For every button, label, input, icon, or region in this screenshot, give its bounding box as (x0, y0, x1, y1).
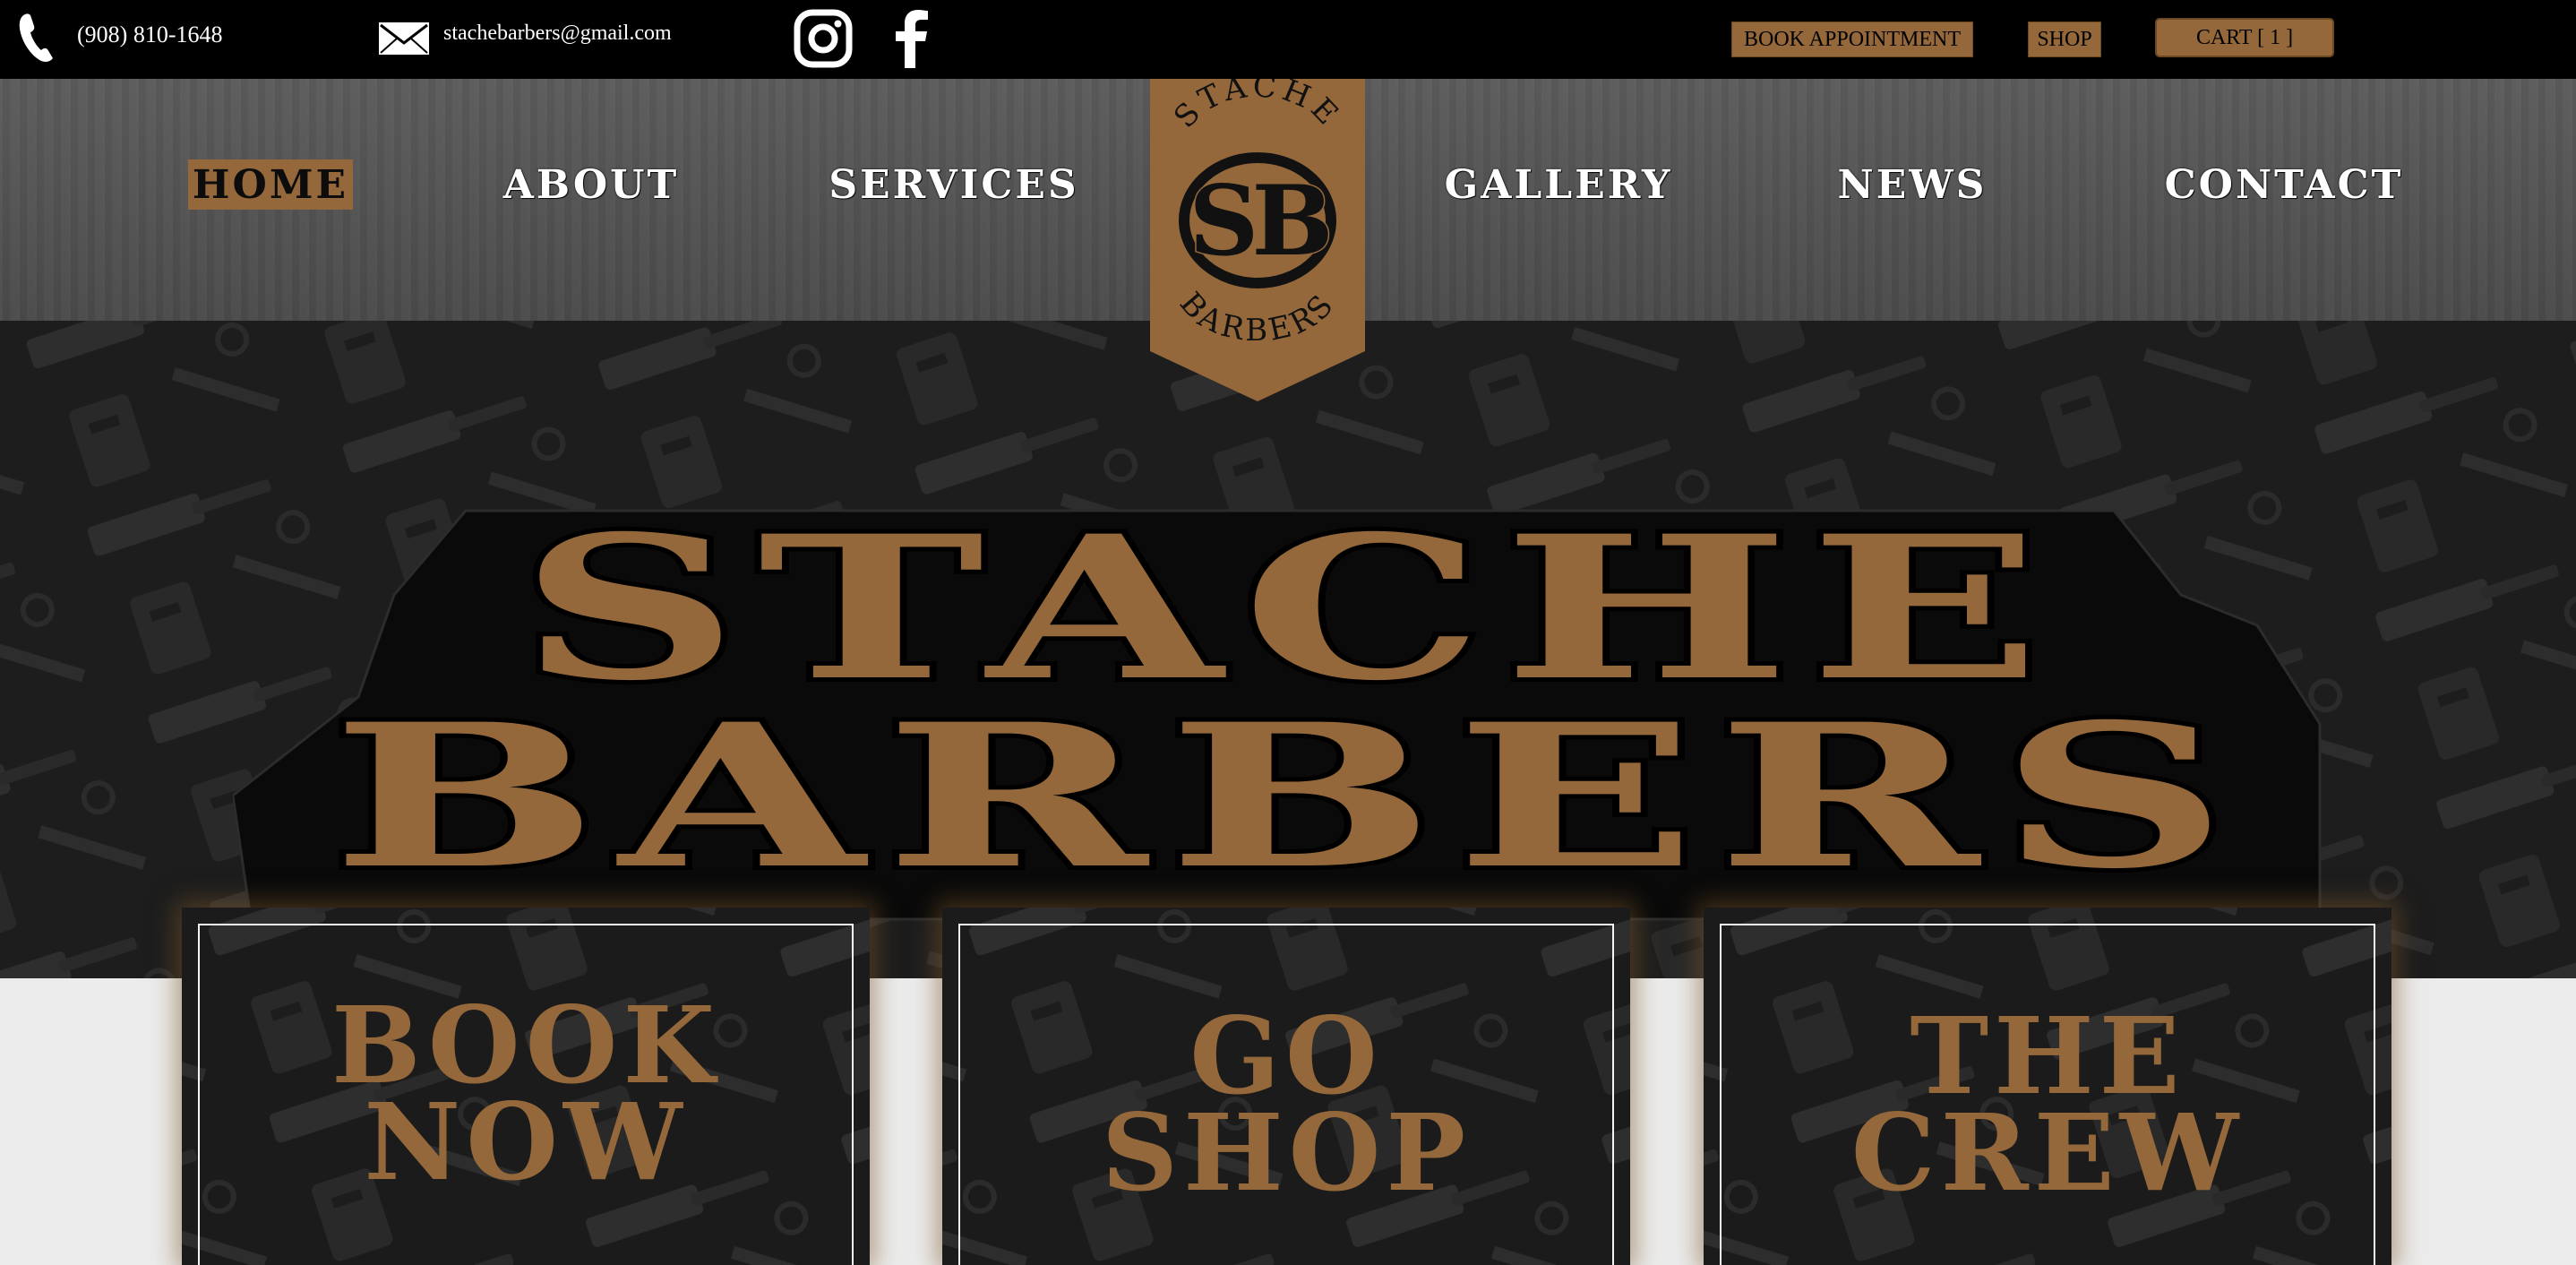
card-line: SHOP (1101, 1090, 1472, 1215)
card-title: THE CREW (1704, 1003, 2391, 1215)
card-line: NOW (364, 1080, 688, 1204)
phone-icon (18, 13, 56, 63)
card-title: GO SHOP (942, 1003, 1630, 1215)
nav-item-services[interactable]: SERVICES (829, 159, 1076, 210)
logo-badge[interactable]: STACHE SB BARBERS (1150, 79, 1365, 401)
nav-item-about[interactable]: ABOUT (502, 159, 681, 210)
email-link[interactable]: stachebarbers@gmail.com (443, 22, 672, 46)
phone-number-link[interactable]: (908) 810-1648 (77, 22, 222, 48)
facebook-icon[interactable] (892, 9, 932, 68)
card-line: CREW (1850, 1090, 2245, 1215)
book-appointment-button[interactable]: BOOK APPOINTMENT (1731, 22, 1973, 57)
cart-button[interactable]: CART [ 1 ] (2155, 18, 2334, 57)
hero-wordmark: STACHE BARBERS (233, 509, 2322, 921)
top-contact-bar: (908) 810-1648 stachebarbers@gmail.com B… (0, 0, 2576, 79)
nav-item-contact[interactable]: CONTACT (2150, 159, 2418, 210)
instagram-icon[interactable] (794, 9, 853, 68)
book-now-card[interactable]: BOOK NOW (182, 908, 870, 1265)
nav-item-gallery[interactable]: GALLERY (1433, 159, 1684, 210)
card-title: BOOK NOW (182, 993, 870, 1204)
logo-monogram: SB (1189, 165, 1328, 278)
nav-item-home[interactable]: HOME (188, 159, 353, 210)
hero-banner: STACHE BARBERS (0, 321, 2576, 978)
go-shop-card[interactable]: GO SHOP (942, 908, 1630, 1265)
nav-item-news[interactable]: NEWS (1818, 159, 2006, 210)
shop-button[interactable]: SHOP (2028, 22, 2101, 57)
the-crew-card[interactable]: THE CREW (1704, 908, 2391, 1265)
hero-title-line2: BARBERS (331, 680, 2248, 912)
mail-icon (378, 22, 430, 56)
